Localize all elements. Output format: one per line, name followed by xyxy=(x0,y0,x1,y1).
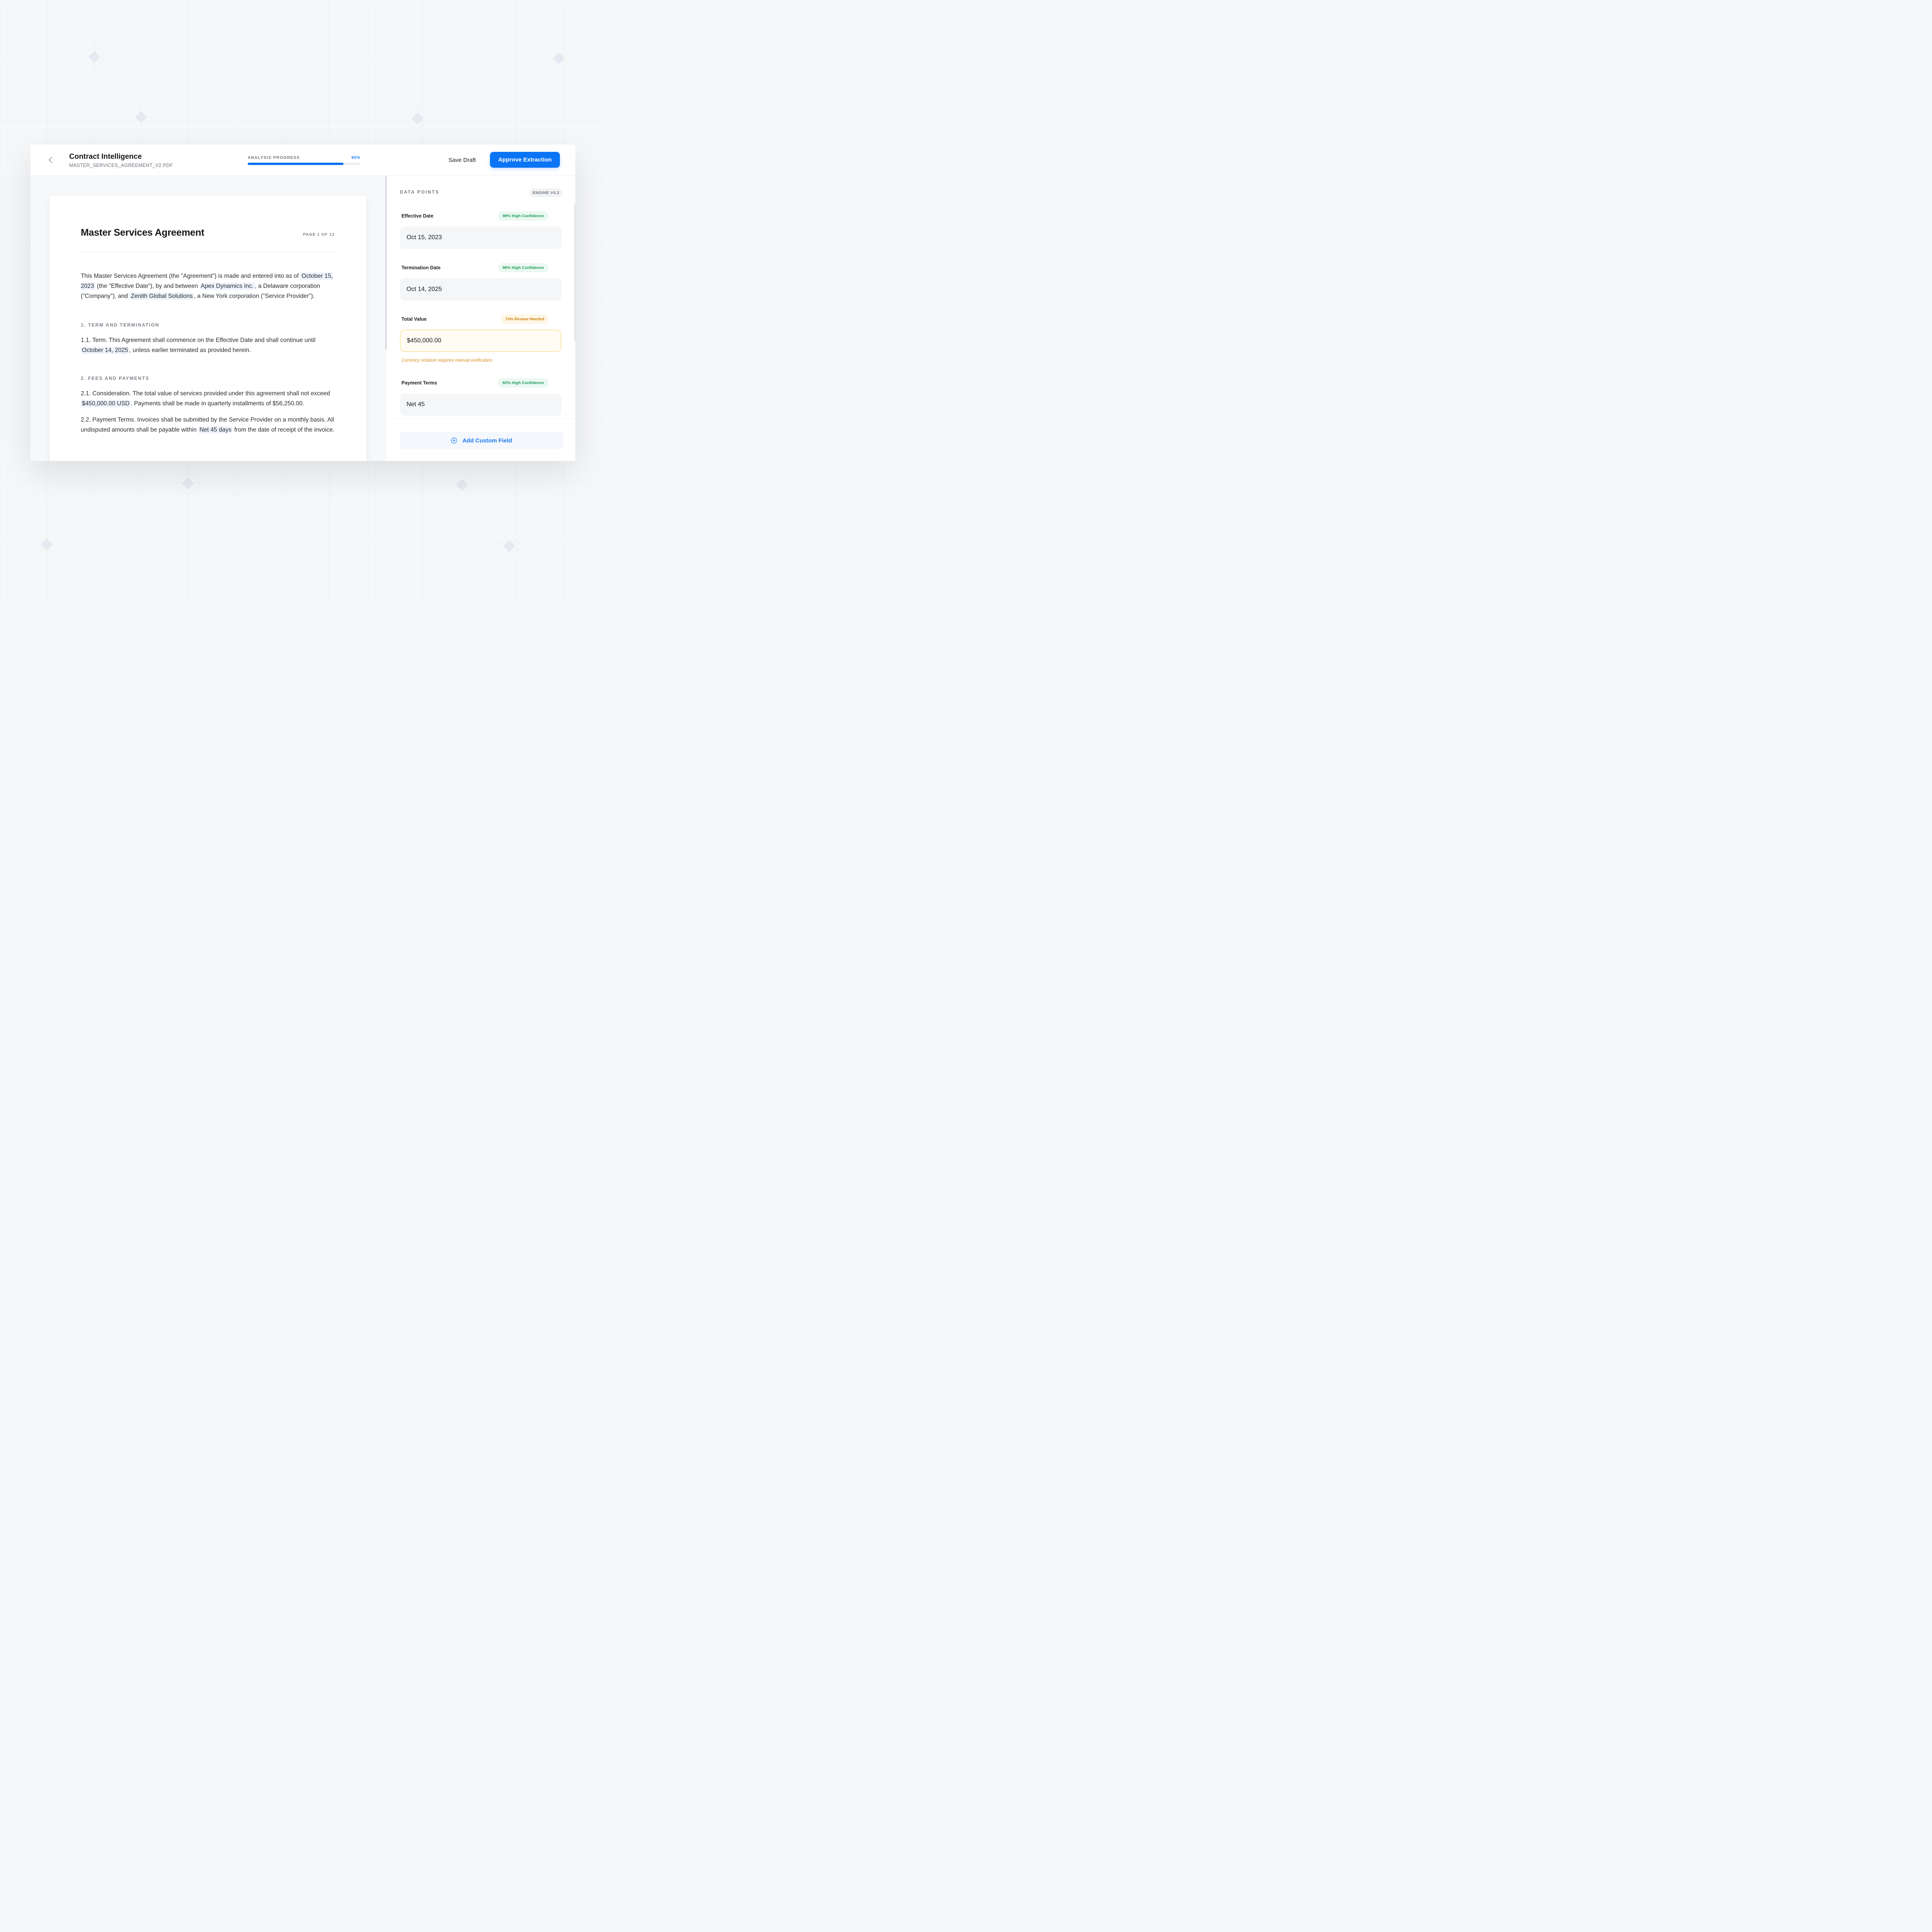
approve-extraction-button[interactable]: Approve Extraction xyxy=(490,152,560,168)
add-custom-field-button[interactable]: Add Custom Field xyxy=(400,432,563,449)
confidence-badge: 96% High Confidence xyxy=(498,264,548,272)
highlight-total-value[interactable]: $450,000.00 USD xyxy=(81,400,131,407)
text-run: (the "Effective Date"), by and between xyxy=(95,283,200,289)
add-custom-field-label: Add Custom Field xyxy=(462,437,512,444)
intro-paragraph: This Master Services Agreement (the "Agr… xyxy=(81,271,336,301)
viewer-scrollbar[interactable] xyxy=(385,176,387,350)
text-run: 2.1. Consideration. The total value of s… xyxy=(81,390,330,397)
chevron-left-icon xyxy=(49,157,52,163)
consideration-paragraph: 2.1. Consideration. The total value of s… xyxy=(81,389,336,409)
confidence-badge: 92% High Confidence xyxy=(498,379,548,387)
field-label-total-value: Total Value xyxy=(401,316,427,322)
field-label-termination-date: Termination Date xyxy=(401,265,441,270)
document-title: Master Services Agreement xyxy=(81,227,204,238)
highlight-service-provider[interactable]: Zenith Global Solutions xyxy=(129,293,194,300)
warning-note: Currency notation requires manual verifi… xyxy=(401,358,493,363)
top-bar: Contract Intelligence MASTER_SERVICES_AG… xyxy=(31,145,575,176)
review-badge: 74% Review Needed xyxy=(502,315,548,323)
effective-date-input[interactable] xyxy=(400,226,561,249)
progress-percent: 85% xyxy=(351,155,361,160)
divider xyxy=(388,418,575,419)
app-window: Contract Intelligence MASTER_SERVICES_AG… xyxy=(31,145,575,461)
panel-title: DATA POINTS xyxy=(400,190,440,195)
data-points-panel: DATA POINTS ENGINE V4.2 Effective Date 9… xyxy=(388,176,575,461)
file-name: MASTER_SERVICES_AGREEMENT_V2.PDF xyxy=(69,163,173,168)
save-draft-button[interactable]: Save Draft xyxy=(442,153,482,167)
text-run: , unless earlier terminated as provided … xyxy=(129,347,251,354)
confidence-badge: 98% High Confidence xyxy=(498,212,548,220)
panel-scrollbar[interactable] xyxy=(574,204,575,341)
payment-terms-input[interactable] xyxy=(400,393,561,416)
engine-badge: ENGINE V4.2 xyxy=(529,189,563,197)
document-body: This Master Services Agreement (the "Agr… xyxy=(81,271,336,435)
document-page: Master Services Agreement PAGE 1 OF 12 T… xyxy=(49,195,367,461)
plus-circle-icon xyxy=(451,437,457,444)
app-title: Contract Intelligence xyxy=(69,153,142,161)
text-run: 1.1. Term. This Agreement shall commence… xyxy=(81,337,316,344)
progress-bar xyxy=(248,163,361,165)
back-button[interactable] xyxy=(46,155,55,165)
document-viewer[interactable]: Master Services Agreement PAGE 1 OF 12 T… xyxy=(31,176,386,461)
highlight-termination-date[interactable]: October 14, 2025 xyxy=(81,347,129,354)
text-run: This Master Services Agreement (the "Agr… xyxy=(81,273,301,279)
field-label-effective-date: Effective Date xyxy=(401,213,434,219)
section-heading: 1. TERM AND TERMINATION xyxy=(81,322,160,328)
progress-bar-fill xyxy=(248,163,344,165)
page-indicator: PAGE 1 OF 12 xyxy=(303,232,335,237)
progress-label: ANALYSIS PROGRESS xyxy=(248,155,300,160)
termination-date-input[interactable] xyxy=(400,278,561,301)
payment-terms-paragraph: 2.2. Payment Terms. Invoices shall be su… xyxy=(81,415,336,435)
total-value-input[interactable] xyxy=(400,330,561,352)
text-run: from the date of receipt of the invoice. xyxy=(232,427,335,433)
highlight-payment-terms[interactable]: Net 45 days xyxy=(198,426,233,434)
highlight-company[interactable]: Apex Dynamics Inc. xyxy=(199,282,255,290)
text-run: , a New York corporation ("Service Provi… xyxy=(194,293,315,299)
term-paragraph: 1.1. Term. This Agreement shall commence… xyxy=(81,335,336,355)
field-label-payment-terms: Payment Terms xyxy=(401,380,437,386)
text-run: . Payments shall be made in quarterly in… xyxy=(131,400,304,407)
section-heading: 2. FEES AND PAYMENTS xyxy=(81,376,150,381)
